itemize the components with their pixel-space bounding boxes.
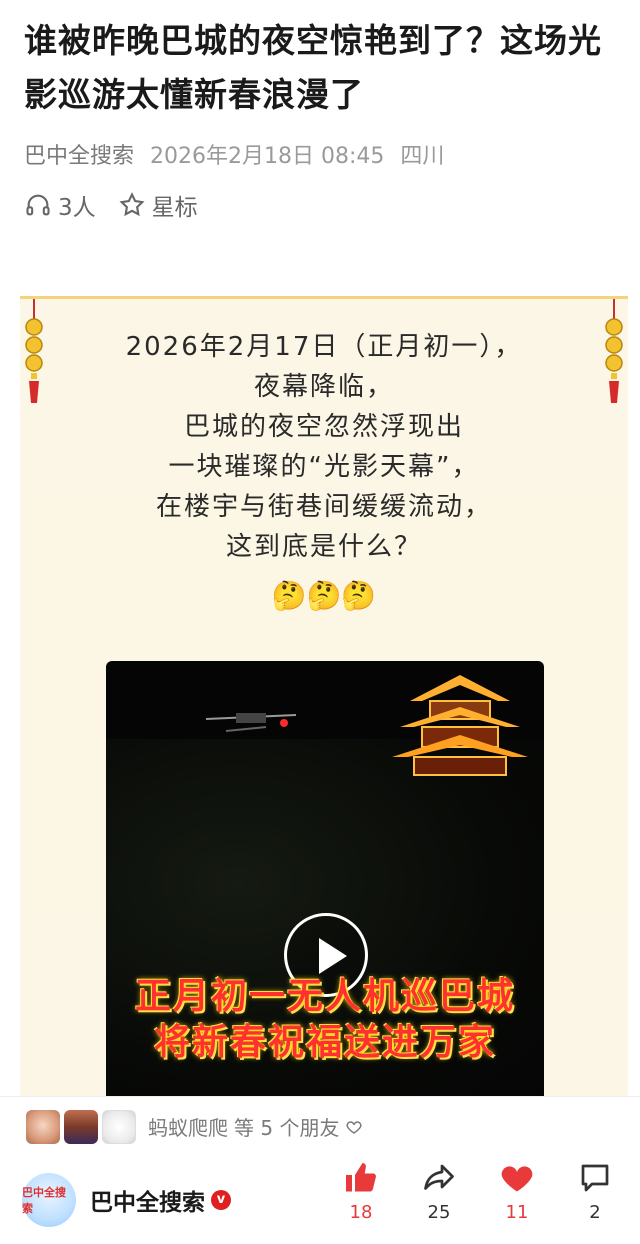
star-button[interactable]: 星标 [118, 188, 198, 222]
comment-button[interactable]: 2 [572, 1160, 618, 1223]
drone-icon [205, 713, 297, 732]
friend-avatars [26, 1109, 136, 1144]
poster-line: 一块璀璨的“光影天幕”， [168, 452, 480, 482]
article-title: 谁被昨晚巴城的夜空惊艳到了？这场光影巡游太懂新春浪漫了 [24, 21, 602, 114]
heart-icon [501, 1166, 533, 1192]
poster-text: 2026年2月17日（正月初一）， 夜幕降临， 巴城的夜空忽然浮现出 一块璀璨的… [20, 327, 628, 567]
account-info[interactable]: 巴中全搜索 巴中全搜索 v [22, 1173, 231, 1227]
like-button[interactable]: 18 [338, 1160, 384, 1223]
comment-count: 2 [589, 1202, 601, 1223]
star-label: 星标 [151, 195, 198, 221]
poster-line: 夜幕降临， [253, 372, 394, 402]
account-name: 巴中全搜索 [90, 1190, 205, 1216]
publish-location: 四川 [400, 144, 445, 169]
star-icon [119, 192, 145, 217]
article-stats: 3人 星标 [24, 188, 220, 222]
action-buttons: 18 25 11 2 [338, 1160, 618, 1223]
like-count: 18 [349, 1202, 373, 1223]
listen-button[interactable]: 3人 [24, 188, 96, 222]
article-poster: 2026年2月17日（正月初一）， 夜幕降临， 巴城的夜空忽然浮现出 一块璀璨的… [20, 296, 628, 1096]
publish-datetime: 2026年2月18日 08:45 [150, 144, 385, 169]
account-logo: 巴中全搜索 [22, 1173, 76, 1227]
favorite-count: 11 [505, 1202, 529, 1223]
video-player[interactable]: 正月初一无人机巡巴城 将新春祝福送进万家 [106, 661, 544, 1096]
avatar [26, 1109, 60, 1144]
headphones-icon [26, 194, 50, 216]
share-count: 25 [427, 1202, 451, 1223]
friend-name: 蚂蚁爬爬 [148, 1116, 228, 1140]
source-name[interactable]: 巴中全搜索 [24, 138, 134, 170]
heart-outline-icon [346, 1120, 362, 1134]
friends-recommend-bar[interactable]: 蚂蚁爬爬 等 5 个朋友 [0, 1096, 640, 1156]
thumbs-up-icon [346, 1163, 376, 1192]
friend-count: 等 5 个朋友 [234, 1116, 340, 1140]
share-button[interactable]: 25 [416, 1160, 462, 1223]
comment-icon [581, 1164, 609, 1192]
poster-line: 在楼宇与街巷间缓缓流动， [155, 492, 492, 522]
poster-line: 巴城的夜空忽然浮现出 [183, 412, 464, 442]
video-caption: 将新春祝福送进万家 [153, 1022, 496, 1063]
favorite-button[interactable]: 11 [494, 1160, 540, 1223]
avatar [64, 1109, 98, 1144]
poster-line: 这到底是什么？ [225, 532, 422, 562]
poster-line: 2026年2月17日（正月初一）， [125, 332, 523, 362]
bottom-action-bar: 巴中全搜索 巴中全搜索 v 18 25 11 2 [0, 1156, 640, 1244]
avatar [102, 1109, 136, 1144]
friends-text: 蚂蚁爬爬 等 5 个朋友 [148, 1112, 363, 1141]
listener-count: 3人 [58, 195, 96, 221]
thinking-emoji-icon: 🤔🤔🤔 [271, 579, 377, 612]
article-meta: 巴中全搜索 2026年2月18日 08:45 四川 [24, 138, 444, 170]
verified-badge: v [211, 1190, 231, 1210]
pagoda-icon [392, 675, 528, 776]
share-arrow-icon [424, 1164, 454, 1190]
video-caption: 正月初一无人机巡巴城 [134, 976, 515, 1017]
